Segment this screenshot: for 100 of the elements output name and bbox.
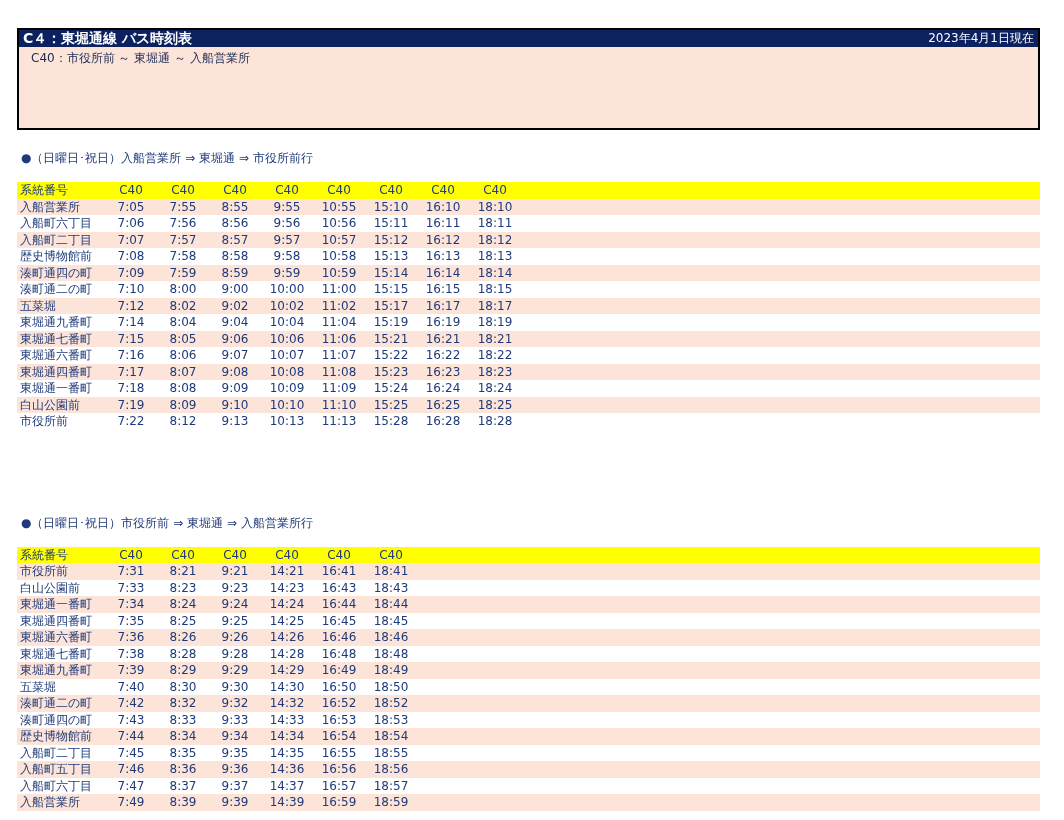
stop-name: 東堀通四番町 (19, 612, 93, 629)
column-header: C40 (326, 546, 352, 563)
departure-time: 7:44 (116, 728, 146, 745)
stop-name: 入船町六丁目 (19, 215, 93, 232)
departure-time: 10:00 (268, 281, 306, 298)
departure-time: 16:28 (424, 413, 462, 430)
departure-time: 9:36 (220, 761, 250, 778)
stop-name: 入船町六丁目 (19, 777, 93, 794)
departure-time: 8:04 (168, 314, 198, 331)
departure-time: 14:30 (268, 678, 306, 695)
departure-time: 8:00 (168, 281, 198, 298)
departure-time: 8:09 (168, 396, 198, 413)
departure-time: 16:23 (424, 363, 462, 380)
departure-time: 7:07 (116, 231, 146, 248)
stop-name: 湊町通四の町 (19, 711, 93, 728)
stop-name: 市役所前 (19, 413, 69, 430)
page-title: C４：東堀通線 バス時刻表 (23, 29, 193, 48)
departure-time: 9:33 (220, 711, 250, 728)
departure-time: 14:37 (268, 777, 306, 794)
departure-time: 16:55 (320, 744, 358, 761)
departure-time: 7:59 (168, 264, 198, 281)
departure-time: 10:57 (320, 231, 358, 248)
departure-time: 18:22 (476, 347, 514, 364)
departure-time: 10:56 (320, 215, 358, 232)
stop-name: 入船営業所 (19, 198, 81, 215)
departure-time: 16:50 (320, 678, 358, 695)
departure-time: 15:23 (372, 363, 410, 380)
departure-time: 8:36 (168, 761, 198, 778)
departure-time: 7:34 (116, 596, 146, 613)
departure-time: 18:53 (372, 711, 410, 728)
departure-time: 9:23 (220, 579, 250, 596)
departure-time: 8:21 (168, 563, 198, 580)
departure-time: 18:10 (476, 198, 514, 215)
departure-time: 16:24 (424, 380, 462, 397)
column-header: C40 (274, 182, 300, 199)
departure-time: 18:19 (476, 314, 514, 331)
departure-time: 18:50 (372, 678, 410, 695)
departure-time: 7:22 (116, 413, 146, 430)
stop-name: 東堀通九番町 (19, 314, 93, 331)
departure-time: 18:17 (476, 297, 514, 314)
departure-time: 9:08 (220, 363, 250, 380)
departure-time: 7:49 (116, 794, 146, 811)
column-header: C40 (118, 182, 144, 199)
departure-time: 14:23 (268, 579, 306, 596)
departure-time: 9:02 (220, 297, 250, 314)
departure-time: 16:22 (424, 347, 462, 364)
departure-time: 18:14 (476, 264, 514, 281)
departure-time: 10:55 (320, 198, 358, 215)
departure-time: 18:54 (372, 728, 410, 745)
column-header: C40 (170, 546, 196, 563)
departure-time: 7:58 (168, 248, 198, 265)
departure-time: 7:40 (116, 678, 146, 695)
stop-name: 東堀通一番町 (19, 380, 93, 397)
stop-name: 歴史博物館前 (19, 728, 93, 745)
departure-time: 16:44 (320, 596, 358, 613)
departure-time: 11:10 (320, 396, 358, 413)
departure-time: 10:09 (268, 380, 306, 397)
departure-time: 9:32 (220, 695, 250, 712)
departure-time: 9:13 (220, 413, 250, 430)
stop-name: 東堀通七番町 (19, 330, 93, 347)
departure-time: 8:02 (168, 297, 198, 314)
departure-time: 10:04 (268, 314, 306, 331)
departure-time: 11:08 (320, 363, 358, 380)
departure-time: 8:07 (168, 363, 198, 380)
stop-name: 東堀通七番町 (19, 645, 93, 662)
departure-time: 8:30 (168, 678, 198, 695)
departure-time: 7:33 (116, 579, 146, 596)
departure-time: 16:52 (320, 695, 358, 712)
departure-time: 9:09 (220, 380, 250, 397)
departure-time: 11:13 (320, 413, 358, 430)
departure-time: 9:04 (220, 314, 250, 331)
departure-time: 7:57 (168, 231, 198, 248)
departure-time: 10:58 (320, 248, 358, 265)
departure-time: 18:44 (372, 596, 410, 613)
departure-time: 7:14 (116, 314, 146, 331)
departure-time: 18:28 (476, 413, 514, 430)
departure-time: 8:59 (220, 264, 250, 281)
departure-time: 8:37 (168, 777, 198, 794)
departure-time: 18:45 (372, 612, 410, 629)
departure-time: 16:59 (320, 794, 358, 811)
column-header: C40 (118, 546, 144, 563)
departure-time: 18:59 (372, 794, 410, 811)
departure-time: 7:55 (168, 198, 198, 215)
departure-time: 16:57 (320, 777, 358, 794)
departure-time: 7:10 (116, 281, 146, 298)
departure-time: 8:55 (220, 198, 250, 215)
departure-time: 18:55 (372, 744, 410, 761)
departure-time: 7:19 (116, 396, 146, 413)
departure-time: 18:52 (372, 695, 410, 712)
departure-time: 16:53 (320, 711, 358, 728)
departure-time: 15:13 (372, 248, 410, 265)
stop-name: 入船町二丁目 (19, 231, 93, 248)
stop-name: 東堀通六番町 (19, 629, 93, 646)
departure-time: 16:56 (320, 761, 358, 778)
departure-time: 11:09 (320, 380, 358, 397)
stop-name: 市役所前 (19, 563, 69, 580)
departure-time: 15:11 (372, 215, 410, 232)
stop-name: 湊町通四の町 (19, 264, 93, 281)
departure-time: 18:57 (372, 777, 410, 794)
departure-time: 9:24 (220, 596, 250, 613)
